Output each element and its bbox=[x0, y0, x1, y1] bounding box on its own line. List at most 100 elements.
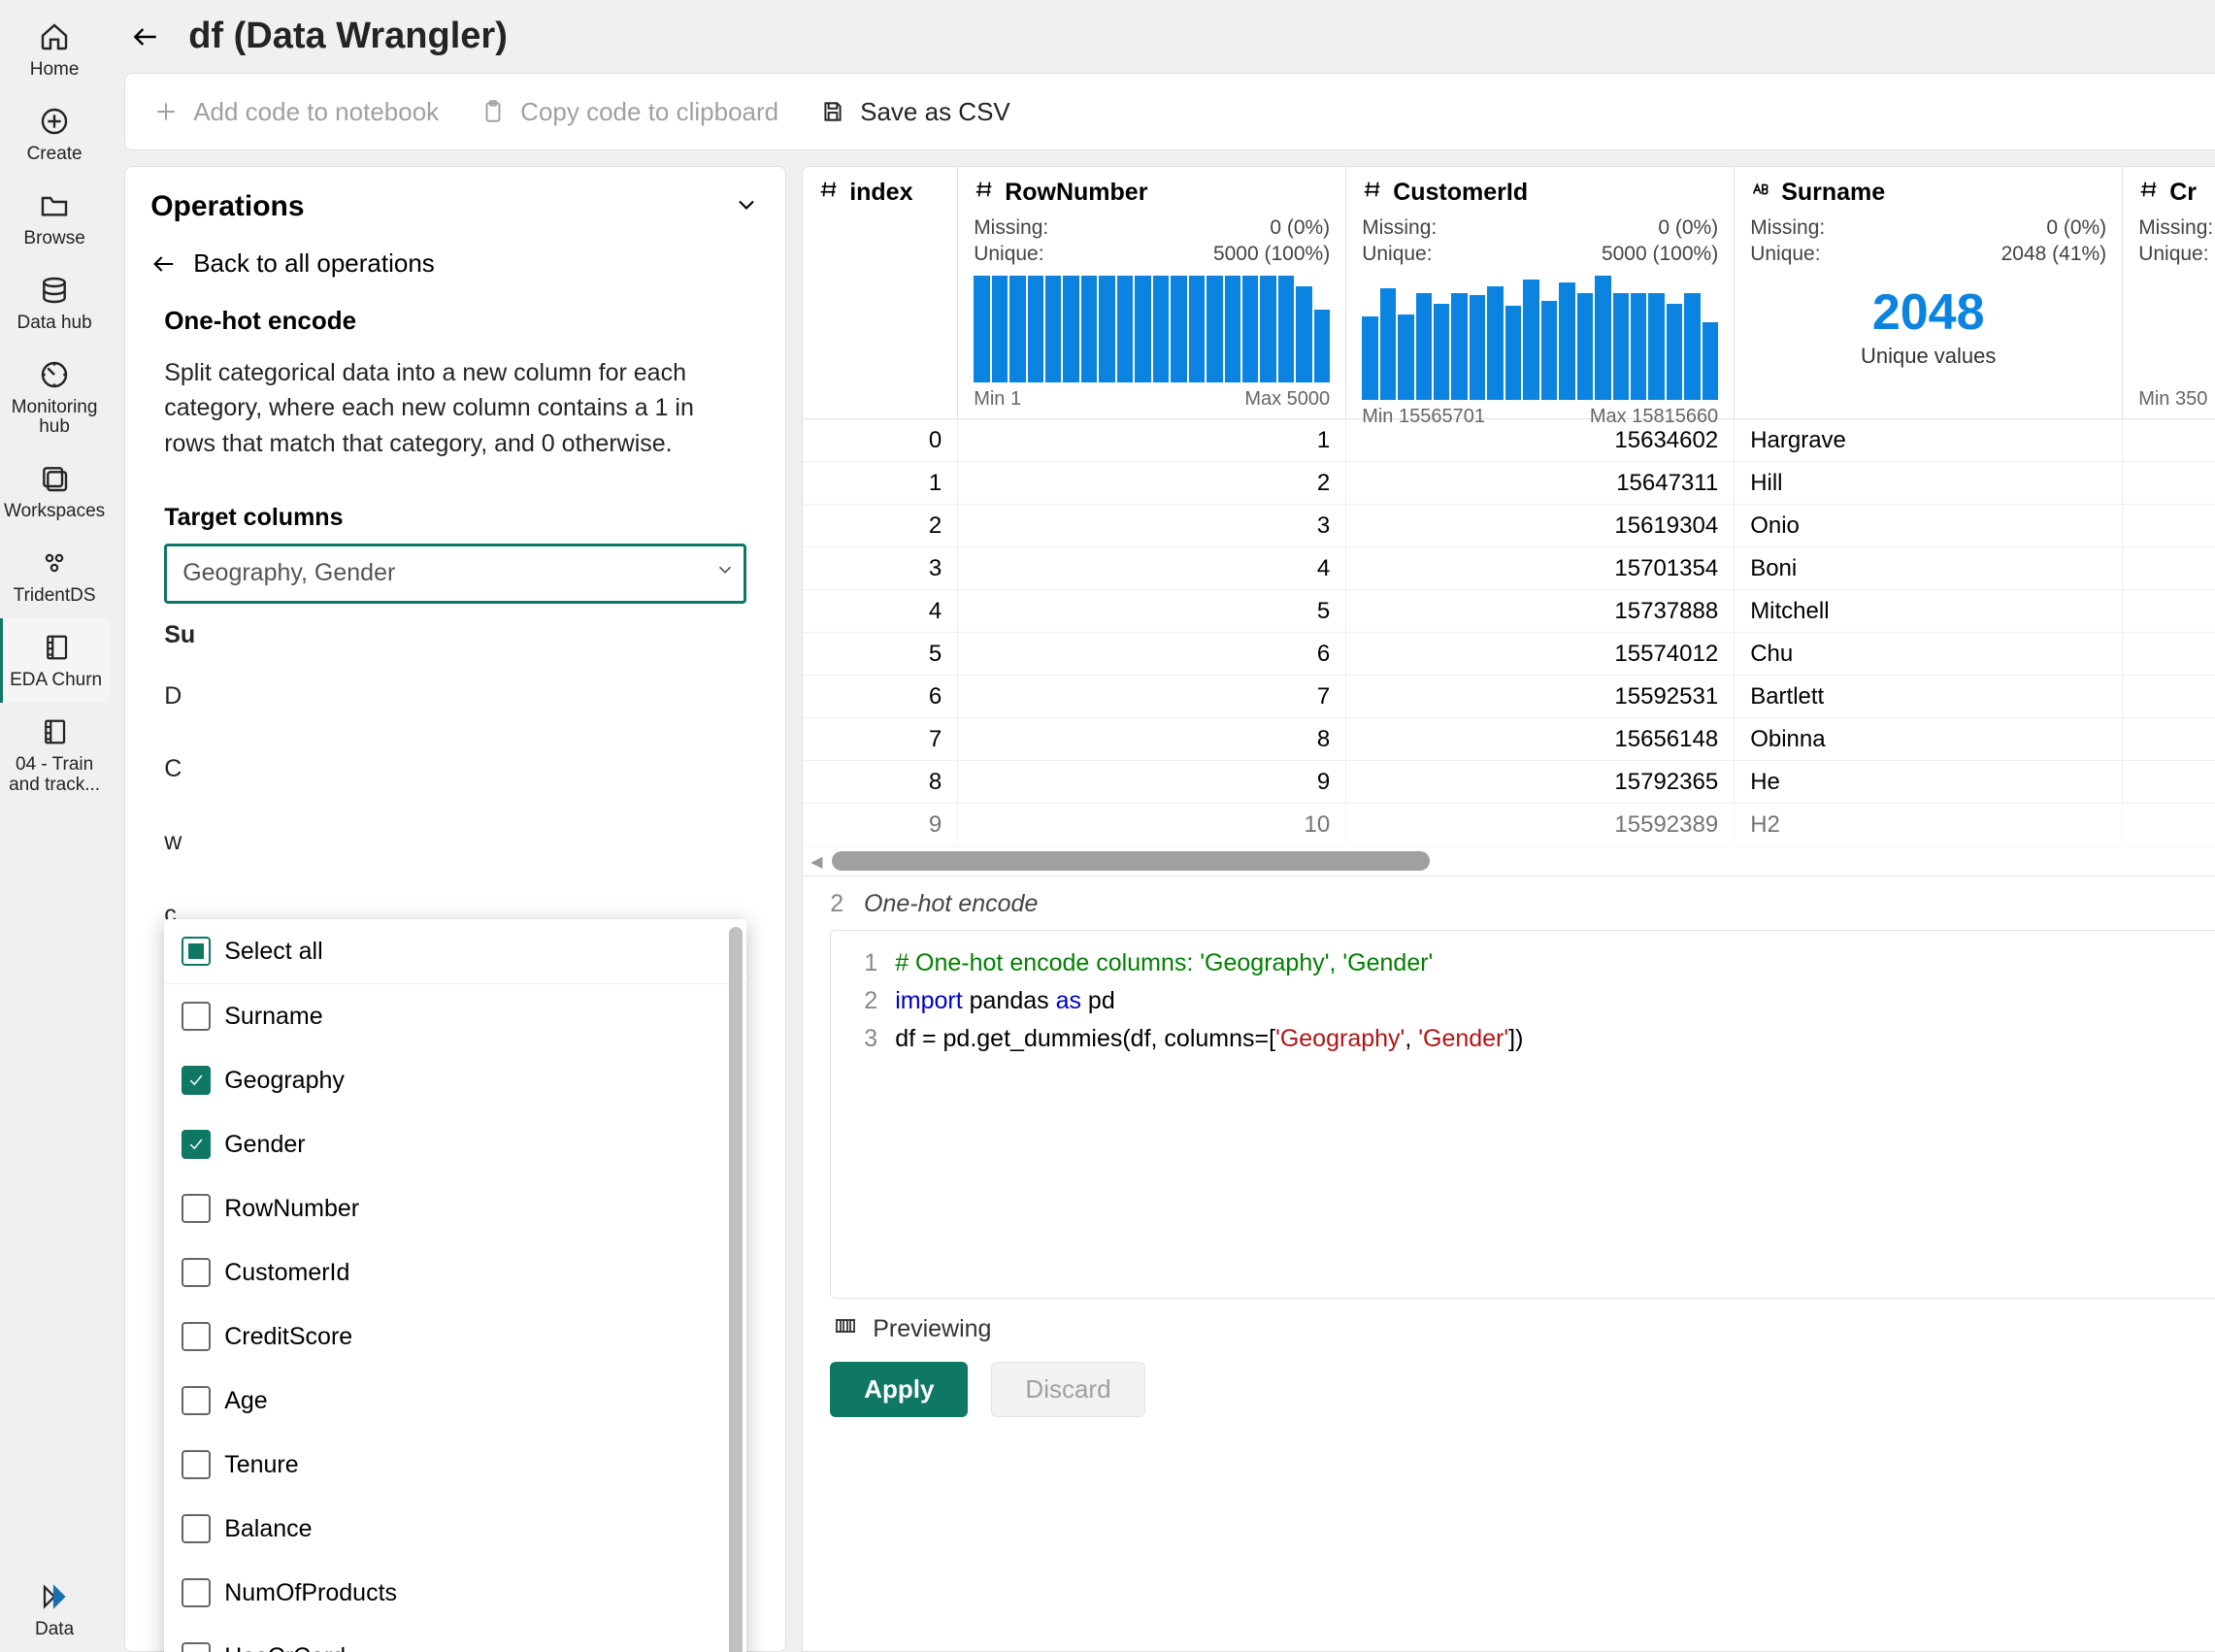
table-row[interactable]: 5615574012Chu bbox=[803, 633, 2215, 676]
rail-trident[interactable]: TridentDS bbox=[0, 534, 109, 618]
apply-button[interactable]: Apply bbox=[830, 1362, 968, 1417]
dropdown-item[interactable]: Age bbox=[164, 1369, 746, 1433]
cell: 10 bbox=[958, 804, 1346, 845]
rail-monitoring[interactable]: Monitoring hub bbox=[0, 346, 109, 450]
toolbar: Add code to notebook Copy code to clipbo… bbox=[124, 73, 2215, 150]
dropdown-item[interactable]: HasCrCard bbox=[164, 1625, 746, 1652]
cell: 8 bbox=[803, 761, 958, 803]
table-row[interactable]: 7815656148Obinna bbox=[803, 718, 2215, 761]
notebook-icon bbox=[37, 714, 72, 749]
dropdown-item[interactable]: Gender bbox=[164, 1112, 746, 1176]
cell: 4 bbox=[803, 590, 958, 632]
table-row[interactable]: 1215647311Hill bbox=[803, 462, 2215, 505]
cell: 15701354 bbox=[1346, 547, 1735, 589]
table-row[interactable]: 8915792365He bbox=[803, 761, 2215, 804]
cell: 7 bbox=[958, 676, 1346, 717]
checkbox-icon bbox=[182, 1258, 211, 1287]
cell: 9 bbox=[958, 761, 1346, 803]
chevron-down-icon[interactable] bbox=[733, 191, 760, 223]
dropdown-item[interactable]: Geography bbox=[164, 1048, 746, 1112]
dropdown-item[interactable]: Tenure bbox=[164, 1433, 746, 1497]
back-label: Back to all operations bbox=[193, 248, 435, 279]
dropdown-item[interactable]: NumOfProducts bbox=[164, 1561, 746, 1625]
cell: 15656148 bbox=[1346, 718, 1735, 760]
cell: 7 bbox=[803, 718, 958, 760]
code-editor[interactable]: 1 2 3 # One-hot encode columns: 'Geograp… bbox=[830, 930, 2215, 1299]
table-row[interactable]: 3415701354Boni bbox=[803, 547, 2215, 590]
cell: 15592531 bbox=[1346, 676, 1735, 717]
cell: 3 bbox=[803, 547, 958, 589]
rail-create[interactable]: Create bbox=[0, 92, 109, 177]
column-header[interactable]: CustomerIdMissing:0 (0%)Unique:5000 (100… bbox=[1346, 167, 1735, 418]
home-icon bbox=[37, 19, 72, 54]
cell: Hill bbox=[1735, 462, 2123, 504]
cell: 2 bbox=[958, 462, 1346, 504]
cell: 1 bbox=[803, 462, 958, 504]
cell bbox=[2123, 547, 2215, 589]
dropdown-item[interactable]: CustomerId bbox=[164, 1240, 746, 1305]
rail-home[interactable]: Home bbox=[0, 8, 109, 92]
horizontal-scrollbar[interactable]: ◀ bbox=[803, 846, 2215, 876]
scroll-left-icon[interactable]: ◀ bbox=[810, 852, 828, 870]
clipboard-icon bbox=[479, 98, 507, 125]
page-title: df (Data Wrangler) bbox=[188, 16, 508, 57]
checkbox-icon bbox=[182, 1578, 211, 1607]
discard-button[interactable]: Discard bbox=[991, 1362, 1144, 1417]
cell: 6 bbox=[958, 633, 1346, 675]
rail-eda-churn[interactable]: EDA Churn bbox=[0, 618, 109, 703]
dropdown-item-label: CreditScore bbox=[224, 1323, 352, 1351]
select-value: Geography, Gender bbox=[182, 559, 395, 587]
table-row[interactable]: 91015592389H2 bbox=[803, 804, 2215, 846]
column-header[interactable]: CrMissing:MissinUnique:UniquMin 350 bbox=[2123, 167, 2215, 418]
toolbar-label: Copy code to clipboard bbox=[520, 97, 778, 127]
operations-title: Operations bbox=[150, 190, 304, 223]
column-header[interactable]: RowNumberMissing:0 (0%)Unique:5000 (100%… bbox=[958, 167, 1346, 418]
type-icon bbox=[974, 179, 995, 207]
step-number: 2 bbox=[830, 890, 843, 917]
dropdown-item[interactable]: Balance bbox=[164, 1497, 746, 1561]
cell: 15619304 bbox=[1346, 505, 1735, 546]
checkbox-icon bbox=[182, 1322, 211, 1351]
dropdown-item[interactable]: RowNumber bbox=[164, 1176, 746, 1240]
rail-train-track[interactable]: 04 - Train and track... bbox=[0, 703, 109, 808]
save-csv-button[interactable]: Save as CSV bbox=[819, 97, 1010, 127]
dropdown-scrollbar[interactable] bbox=[729, 927, 743, 1652]
cell: Obinna bbox=[1735, 718, 2123, 760]
dropdown-item-label: Surname bbox=[224, 1003, 322, 1031]
cell: 5 bbox=[958, 590, 1346, 632]
back-arrow[interactable] bbox=[126, 17, 165, 56]
checkbox-icon bbox=[182, 1642, 211, 1652]
rail-label: Create bbox=[27, 145, 83, 165]
columns-dropdown: Select all Surname Geography GenderRowNumbe… bbox=[164, 919, 746, 1652]
cell: 8 bbox=[958, 718, 1346, 760]
dropdown-select-all[interactable]: Select all bbox=[164, 919, 746, 984]
rail-label: TridentDS bbox=[14, 586, 96, 607]
scroll-thumb[interactable] bbox=[832, 851, 1430, 871]
rail-label: Workspaces bbox=[4, 502, 105, 522]
dropdown-item[interactable]: Surname bbox=[164, 984, 746, 1048]
cell: 15574012 bbox=[1346, 633, 1735, 675]
cell: 0 bbox=[803, 419, 958, 461]
cell bbox=[2123, 676, 2215, 717]
rail-datahub[interactable]: Data hub bbox=[0, 261, 109, 346]
dropdown-item-label: Tenure bbox=[224, 1451, 298, 1479]
rail-workspaces[interactable]: Workspaces bbox=[0, 449, 109, 534]
dropdown-item-label: Geography bbox=[224, 1067, 345, 1095]
column-header[interactable]: SurnameMissing:0 (0%)Unique:2048 (41%)20… bbox=[1735, 167, 2123, 418]
database-icon bbox=[37, 273, 72, 308]
add-code-button[interactable]: Add code to notebook bbox=[152, 97, 439, 127]
rail-browse[interactable]: Browse bbox=[0, 177, 109, 261]
target-columns-select[interactable]: Geography, Gender bbox=[164, 544, 746, 604]
table-row[interactable]: 2315619304Onio bbox=[803, 505, 2215, 547]
checkbox-icon bbox=[182, 1194, 211, 1223]
notebook-icon bbox=[39, 630, 74, 665]
back-to-operations[interactable]: Back to all operations bbox=[125, 223, 785, 298]
cell: 15647311 bbox=[1346, 462, 1735, 504]
column-header[interactable]: index bbox=[803, 167, 958, 418]
dropdown-item[interactable]: CreditScore bbox=[164, 1305, 746, 1369]
rail-data[interactable]: Data bbox=[0, 1568, 109, 1652]
copy-code-button[interactable]: Copy code to clipboard bbox=[479, 97, 778, 127]
table-row[interactable]: 4515737888Mitchell bbox=[803, 590, 2215, 633]
cell: Boni bbox=[1735, 547, 2123, 589]
table-row[interactable]: 6715592531Bartlett bbox=[803, 676, 2215, 718]
